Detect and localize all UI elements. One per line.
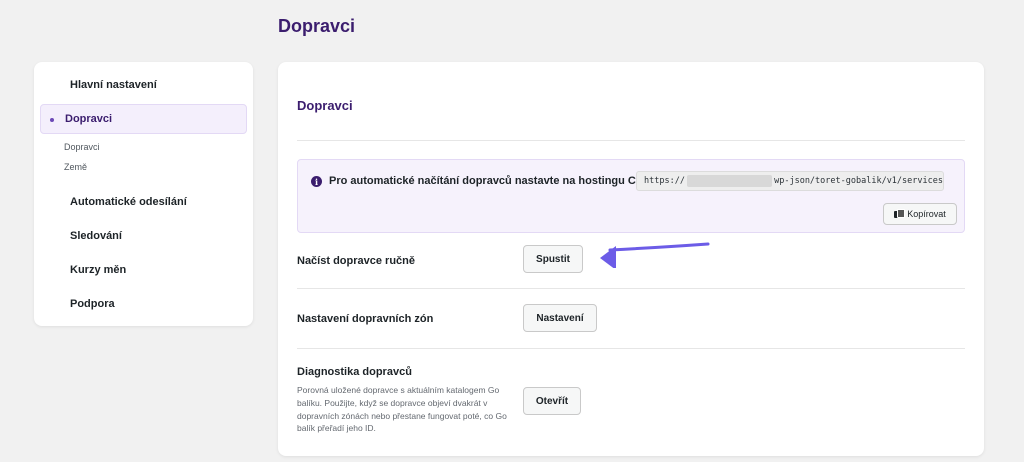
sidebar-subitem-countries[interactable]: Země — [34, 157, 253, 177]
sidebar-item-auto-shipping[interactable]: Automatické odesílání — [40, 185, 247, 219]
card-title: Dopravci — [297, 98, 353, 113]
copy-button-label: Kopírovat — [907, 209, 946, 219]
sidebar-item-label: Dopravci — [65, 113, 113, 125]
open-button[interactable]: Otevřít — [523, 387, 581, 415]
sidebar-item-label: Sledování — [70, 230, 122, 242]
page-title: Dopravci — [278, 16, 356, 36]
url-suffix: wp-json/toret-gobalik/v1/services — [774, 176, 943, 186]
sidebar-item-label: Automatické odesílání — [70, 196, 187, 208]
sidebar-subitem-carriers[interactable]: Dopravci — [34, 137, 253, 157]
annotation-arrow-icon — [600, 242, 710, 268]
divider — [297, 348, 965, 349]
row-label-diagnostics: Diagnostika dopravců — [297, 366, 412, 378]
sidebar-item-label: Podpora — [70, 298, 115, 310]
row-label-shipping-zones: Nastavení dopravních zón — [297, 313, 434, 325]
sidebar-item-label: Kurzy měn — [70, 264, 127, 276]
diagnostics-description: Porovná uložené dopravce s aktuálním kat… — [297, 385, 507, 434]
copy-button[interactable]: Kopírovat — [883, 203, 957, 225]
sidebar-item-tracking[interactable]: Sledování — [40, 219, 247, 253]
sidebar: Hlavní nastavení Dopravci Dopravci Země … — [34, 62, 253, 326]
sidebar-item-main-settings[interactable]: Hlavní nastavení — [40, 70, 247, 100]
sidebar-item-support[interactable]: Podpora — [40, 287, 247, 321]
copy-icon — [894, 209, 906, 219]
sidebar-item-label: Hlavní nastavení — [70, 79, 157, 91]
active-dot-icon — [50, 118, 54, 122]
divider — [297, 140, 965, 141]
sidebar-item-carriers[interactable]: Dopravci — [40, 104, 247, 134]
settings-button[interactable]: Nastavení — [523, 304, 597, 332]
sidebar-item-exchange-rates[interactable]: Kurzy měn — [40, 253, 247, 287]
divider — [297, 288, 965, 289]
